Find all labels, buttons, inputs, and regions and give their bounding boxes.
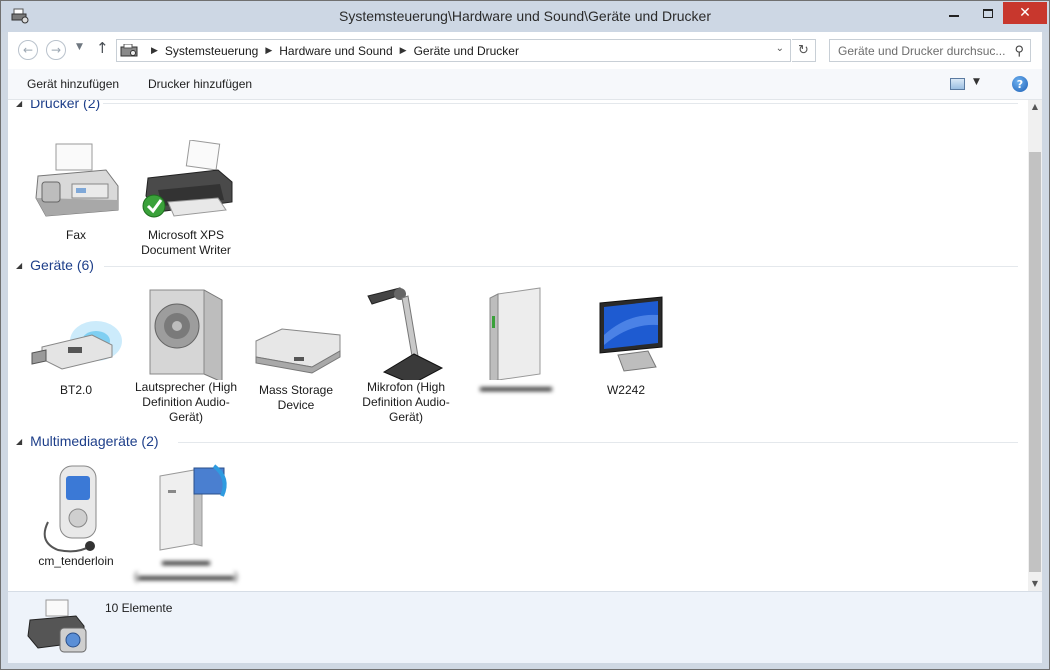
change-view-icon[interactable]	[950, 78, 965, 90]
media-player-icon	[43, 465, 97, 553]
breadcrumb-systemsteuerung[interactable]: Systemsteuerung	[165, 44, 258, 58]
media-server-icon	[159, 464, 227, 551]
scroll-down-icon[interactable]: ▼	[1028, 577, 1042, 591]
device-label: Mikrofon (High Definition Audio-Gerät)	[362, 380, 450, 424]
monitor-icon	[599, 296, 663, 372]
command-bar: Gerät hinzufügen Drucker hinzufügen ▼ ?	[8, 69, 1042, 100]
device-label: BT2.0	[59, 383, 92, 397]
vertical-scrollbar[interactable]: ▲ ▼	[1028, 100, 1042, 591]
device-item-external-drive[interactable]: ▬▬▬▬▬▬	[462, 280, 570, 395]
forward-button[interactable]: →	[46, 40, 66, 60]
chevron-down-icon: ⌄	[775, 43, 784, 54]
group-header-drucker[interactable]: ◢ Drucker (2)	[16, 100, 100, 111]
breadcrumb-geraete-und-drucker[interactable]: Geräte und Drucker	[414, 44, 519, 58]
close-button[interactable]: ✕	[1003, 2, 1047, 24]
bluetooth-usb-icon	[31, 321, 122, 370]
device-item-cm-tenderloin[interactable]: cm_tenderloin	[22, 458, 130, 569]
breadcrumb-hardware-und-sound[interactable]: Hardware und Sound	[279, 44, 392, 58]
refresh-icon: ↻	[798, 43, 809, 58]
device-item-bt20[interactable]: BT2.0	[22, 295, 130, 398]
hard-drive-icon	[255, 328, 341, 374]
group-title: Geräte (6)	[30, 257, 94, 273]
chevron-right-icon[interactable]: ▶	[400, 45, 407, 56]
close-icon: ✕	[1019, 5, 1031, 21]
minimize-icon	[949, 15, 959, 17]
chevron-right-icon[interactable]: ▶	[265, 45, 272, 56]
add-device-button[interactable]: Gerät hinzufügen	[27, 77, 119, 91]
arrow-right-icon: →	[50, 43, 62, 57]
navigation-bar: ← → ▼ ↑ ▶ Systemsteuerung ▶ Hardware und…	[8, 32, 1042, 69]
device-label: cm_tenderloin	[38, 554, 114, 568]
device-item-mikrofon[interactable]: Mikrofon (High Definition Audio-Gerät)	[352, 280, 460, 425]
collapse-triangle-icon[interactable]: ◢	[16, 100, 22, 108]
explorer-window: Systemsteuerung\Hardware und Sound\Gerät…	[0, 0, 1050, 670]
address-history-button[interactable]: ⌄	[776, 43, 784, 54]
device-label: Lautsprecher (High Definition Audio-Gerä…	[134, 380, 238, 424]
arrow-left-icon: ←	[22, 43, 34, 57]
scrollbar-thumb[interactable]	[1029, 152, 1041, 572]
search-placeholder: Geräte und Drucker durchsuc...	[838, 44, 1006, 58]
device-label: Fax	[65, 228, 86, 242]
arrow-up-icon: ↑	[96, 39, 109, 57]
devices-list: ◢ Drucker (2) Fax Microsoft XPS Document…	[8, 100, 1028, 591]
group-header-multimediageraete[interactable]: ◢ Multimediageräte (2)	[16, 433, 159, 449]
device-item-mass-storage[interactable]: Mass Storage Device	[242, 295, 350, 413]
group-header-geraete[interactable]: ◢ Geräte (6)	[16, 257, 94, 273]
group-divider	[178, 442, 1018, 443]
fax-icon	[35, 143, 119, 217]
external-drive-icon	[489, 287, 541, 380]
up-button[interactable]: ↑	[96, 39, 109, 57]
device-label: ▬▬▬▬ (▬▬▬▬▬▬▬▬)	[134, 554, 238, 583]
maximize-button[interactable]	[971, 2, 1005, 24]
device-item-microsoft-xps[interactable]: Microsoft XPS Document Writer	[132, 140, 240, 258]
group-title: Multimediageräte (2)	[30, 433, 159, 449]
refresh-button[interactable]: ↻	[792, 39, 816, 62]
back-button[interactable]: ←	[18, 40, 38, 60]
address-bar[interactable]: ▶ Systemsteuerung ▶ Hardware und Sound ▶…	[116, 39, 791, 62]
device-item-lautsprecher[interactable]: Lautsprecher (High Definition Audio-Gerä…	[132, 280, 240, 425]
printer-icon	[142, 140, 233, 218]
view-options-dropdown[interactable]: ▼	[973, 77, 980, 87]
search-icon[interactable]: ⚲	[1014, 43, 1024, 59]
device-item-fax[interactable]: Fax	[22, 140, 130, 243]
item-count: 10 Elemente	[105, 601, 173, 615]
device-item-w2242[interactable]: W2242	[572, 295, 680, 398]
devices-printers-icon	[27, 599, 87, 653]
microphone-icon	[367, 287, 444, 380]
search-input[interactable]: Geräte und Drucker durchsuc... ⚲	[829, 39, 1031, 62]
device-label: Microsoft XPS Document Writer	[141, 228, 231, 257]
help-icon[interactable]: ?	[1012, 76, 1028, 92]
speaker-icon	[149, 289, 223, 380]
chevron-down-icon: ▼	[973, 77, 980, 87]
title-bar[interactable]: Systemsteuerung\Hardware und Sound\Gerät…	[1, 1, 1049, 32]
collapse-triangle-icon[interactable]: ◢	[16, 437, 22, 446]
chevron-right-icon: ▶	[151, 45, 158, 55]
chevron-down-icon: ▼	[76, 42, 83, 52]
window-title: Systemsteuerung\Hardware und Sound\Gerät…	[339, 8, 711, 24]
add-printer-button[interactable]: Drucker hinzufügen	[148, 77, 252, 91]
details-pane: 10 Elemente	[8, 591, 1042, 663]
device-item-media-server[interactable]: ▬▬▬▬ (▬▬▬▬▬▬▬▬)	[132, 458, 240, 584]
scroll-up-icon[interactable]: ▲	[1028, 100, 1042, 114]
group-title: Drucker (2)	[30, 100, 101, 111]
control-panel-icon	[120, 43, 138, 56]
device-label: W2242	[606, 383, 646, 397]
recent-locations-button[interactable]: ▼	[76, 42, 83, 52]
group-divider	[104, 266, 1018, 267]
minimize-button[interactable]	[937, 2, 971, 24]
collapse-triangle-icon[interactable]: ◢	[16, 261, 22, 270]
maximize-icon	[983, 8, 993, 18]
device-label: ▬▬▬▬▬▬	[480, 380, 552, 394]
device-label: Mass Storage Device	[258, 383, 334, 412]
group-divider	[103, 103, 1018, 104]
